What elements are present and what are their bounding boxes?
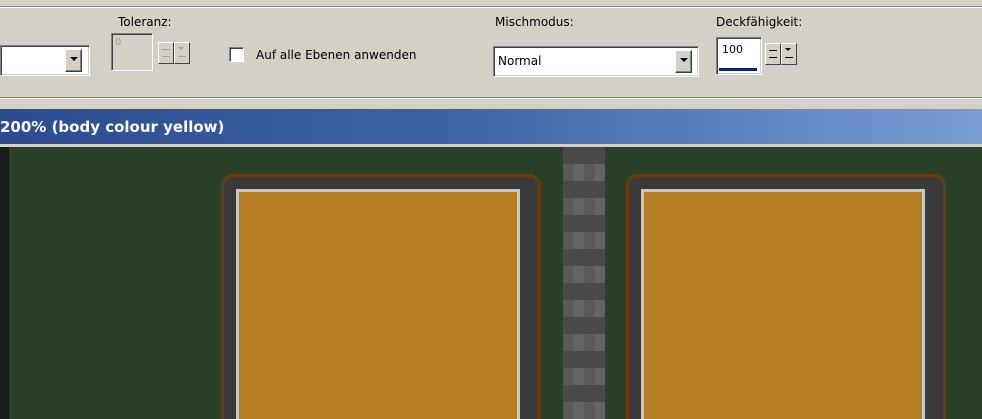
opacity-spin-down[interactable] (781, 43, 797, 65)
tolerance-spin-up[interactable] (158, 42, 174, 64)
apply-all-layers-label[interactable]: Auf alle Ebenen anwenden (256, 48, 416, 62)
tolerance-spin-down[interactable] (174, 42, 190, 64)
chevron-down-icon (70, 57, 78, 61)
opacity-spinner[interactable] (765, 43, 797, 65)
left-dropdown[interactable] (0, 45, 90, 76)
opacity-spin-up[interactable] (765, 43, 781, 65)
tolerance-input[interactable]: 0 (111, 33, 153, 71)
opacity-label: Deckfähigkeit: (716, 15, 803, 29)
spin-up-icon (769, 50, 777, 51)
tool-options-bar: Toleranz: 0 Auf alle Ebenen anwenden Mis… (0, 0, 982, 100)
document-titlebar[interactable]: 200% (body colour yellow) (0, 109, 982, 144)
left-panel-frame (221, 174, 541, 419)
spin-up-icon (162, 49, 170, 50)
spin-down-icon-line (178, 56, 186, 57)
spin-up-icon-line (162, 56, 170, 57)
apply-all-layers-checkbox[interactable] (229, 47, 244, 62)
left-dropdown-button[interactable] (65, 49, 82, 72)
spin-down-icon (178, 47, 184, 50)
blend-mode-dropdown[interactable]: Normal (493, 46, 699, 77)
tolerance-value: 0 (115, 37, 122, 48)
opacity-value: 100 (722, 43, 743, 56)
right-panel-frame (626, 174, 946, 419)
blend-mode-dropdown-button[interactable] (675, 50, 692, 73)
tolerance-spinner[interactable] (158, 42, 190, 64)
toolbar-top-highlight (0, 7, 982, 8)
chevron-down-icon (680, 58, 688, 62)
transparency-checker-strip (563, 147, 605, 419)
image-canvas[interactable] (0, 147, 982, 419)
blend-mode-value: Normal (498, 54, 542, 68)
blend-mode-label: Mischmodus: (495, 15, 574, 29)
canvas-left-edge (0, 147, 9, 419)
right-panel-fill (641, 189, 925, 419)
spin-down-icon-line (785, 57, 793, 58)
spin-up-icon-line (769, 57, 777, 58)
toolbar-bottom-highlight (0, 98, 982, 99)
document-title: 200% (body colour yellow) (0, 118, 225, 136)
opacity-focus-underline (719, 68, 757, 71)
left-panel-fill (236, 189, 520, 419)
opacity-input[interactable]: 100 (716, 37, 762, 75)
tolerance-label: Toleranz: (118, 15, 172, 29)
spin-down-icon (785, 48, 791, 51)
